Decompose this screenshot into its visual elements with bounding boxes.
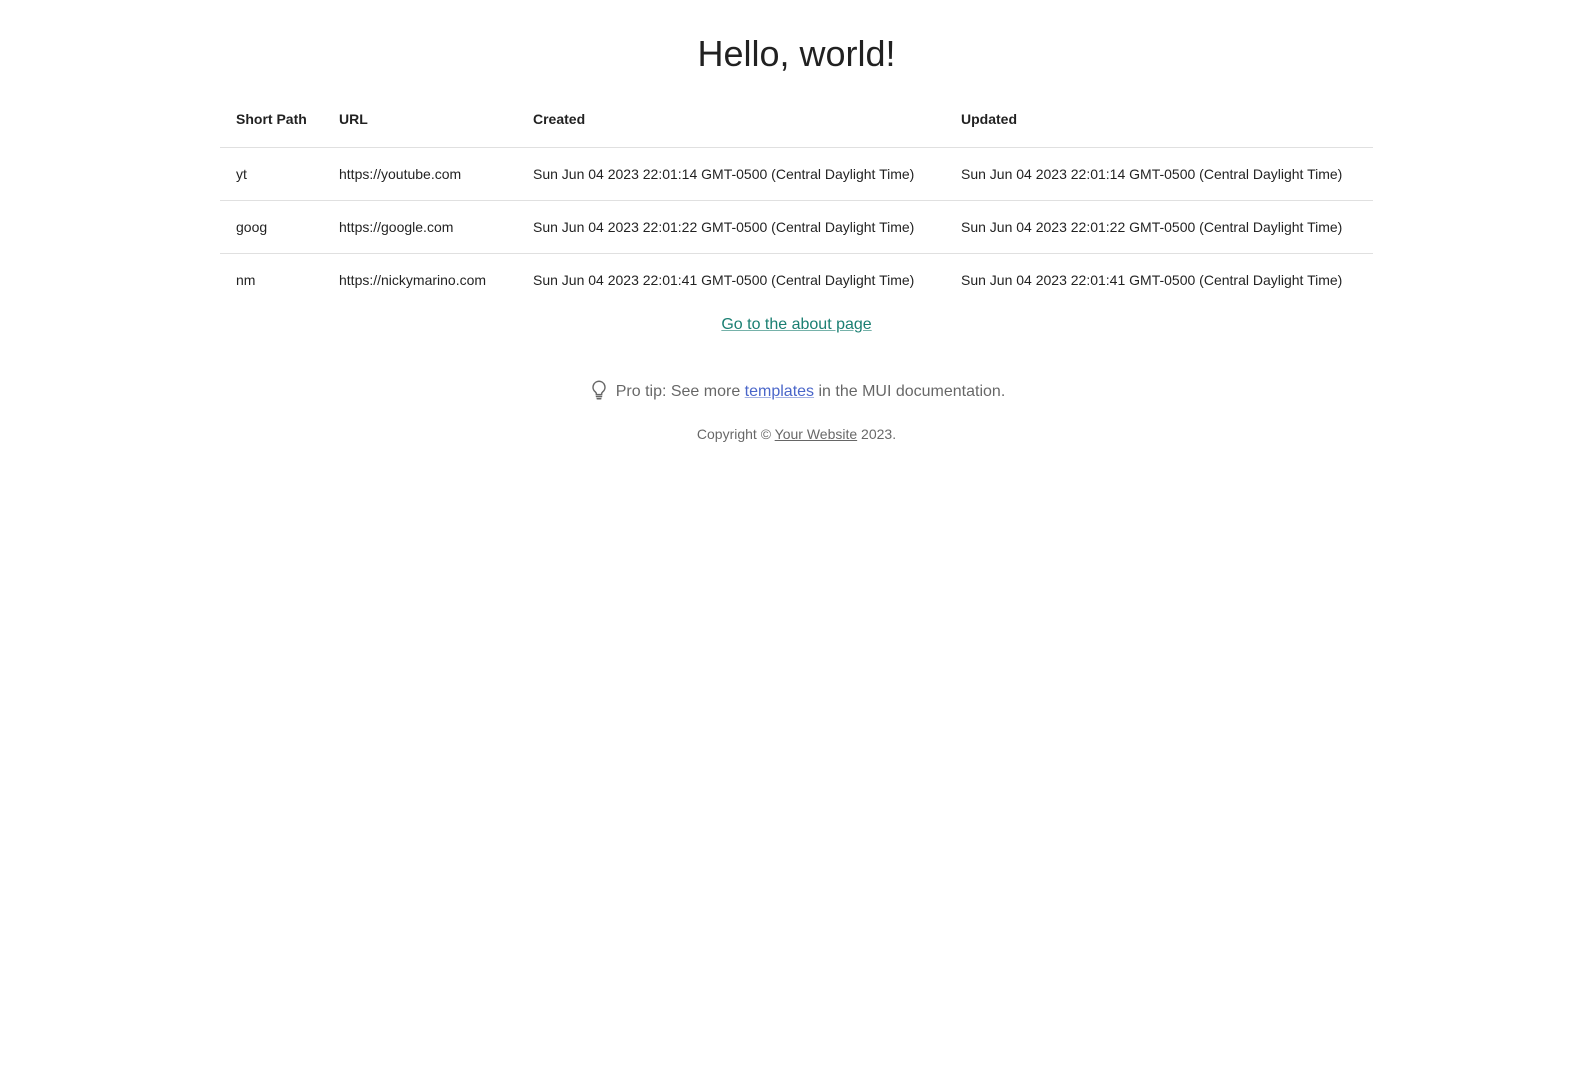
cell-created: Sun Jun 04 2023 22:01:41 GMT-0500 (Centr… <box>533 272 915 288</box>
copyright-suffix: 2023. <box>857 426 897 442</box>
column-header-created: Created <box>517 90 945 148</box>
tip-prefix: Pro tip: See more <box>615 383 745 400</box>
copyright-footer: Copyright © Your Website 2023. <box>220 424 1373 444</box>
table-header: Short Path URL Created Updated <box>220 90 1373 148</box>
cell-created: Sun Jun 04 2023 22:01:22 GMT-0500 (Centr… <box>517 200 945 254</box>
page-title: Hello, world! <box>697 33 896 74</box>
column-header-url: URL <box>323 90 517 148</box>
table-row: nm https://nickymarino.com Sun Jun 04 20… <box>220 254 1373 307</box>
table-row: goog https://google.com Sun Jun 04 2023 … <box>220 200 1373 254</box>
table-header-row: Short Path URL Created Updated <box>220 90 1373 148</box>
column-header-short-path: Short Path <box>220 90 323 148</box>
cell-url: https://nickymarino.com <box>339 272 487 288</box>
cell-short-path: nm <box>236 272 256 288</box>
links-table: Short Path URL Created Updated yt https:… <box>220 90 1373 306</box>
cell-short-path: yt <box>220 147 323 201</box>
about-page-link[interactable]: Go to the about page <box>721 316 871 333</box>
cell-updated: Sun Jun 04 2023 22:01:14 GMT-0500 (Centr… <box>945 147 1373 201</box>
lightbulb-icon <box>588 379 610 401</box>
your-website-link[interactable]: Your Website <box>775 426 858 442</box>
cell-updated: Sun Jun 04 2023 22:01:41 GMT-0500 (Centr… <box>961 272 1343 288</box>
table-body: yt https://youtube.com Sun Jun 04 2023 2… <box>220 147 1373 307</box>
about-link-wrapper: Go to the about page <box>220 310 1373 340</box>
pro-tip: Pro tip: See more templates in the MUI d… <box>220 378 1373 406</box>
column-header-updated: Updated <box>945 90 1373 148</box>
cell-short-path: goog <box>220 200 323 254</box>
cell-url: https://google.com <box>323 200 517 254</box>
main-container: Hello, world! Short Path URL Created Upd… <box>220 0 1373 444</box>
table-row: yt https://youtube.com Sun Jun 04 2023 2… <box>220 147 1373 201</box>
copyright-prefix: Copyright © <box>696 426 775 442</box>
cell-updated: Sun Jun 04 2023 22:01:22 GMT-0500 (Centr… <box>945 200 1373 254</box>
templates-link[interactable]: templates <box>745 383 814 400</box>
tip-suffix: in the MUI documentation. <box>814 383 1006 400</box>
cell-created: Sun Jun 04 2023 22:01:14 GMT-0500 (Centr… <box>517 147 945 201</box>
cell-url: https://youtube.com <box>323 147 517 201</box>
